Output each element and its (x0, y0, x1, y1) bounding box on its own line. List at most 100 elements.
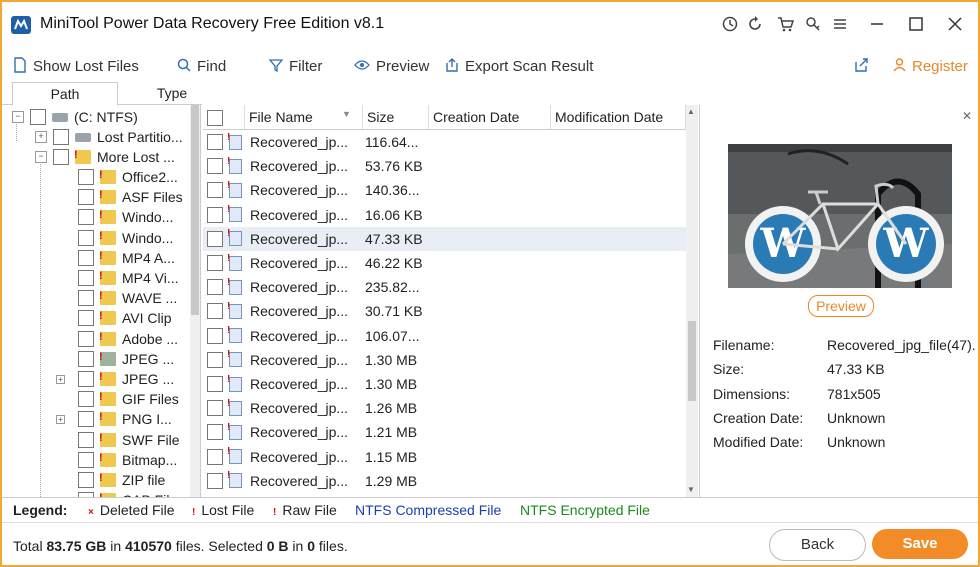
file-row[interactable]: ! Recovered_jp... 106.07... (203, 324, 686, 348)
checkbox[interactable] (78, 290, 94, 307)
file-row[interactable]: ! Recovered_jp... 30.71 KB (203, 299, 686, 323)
checkbox[interactable] (207, 327, 223, 344)
checkbox[interactable] (78, 209, 94, 226)
expand-icon[interactable]: + (56, 414, 65, 424)
checkbox[interactable] (207, 230, 223, 247)
maximize-button[interactable] (901, 10, 931, 38)
tree-node[interactable]: ! Windo... (58, 207, 173, 227)
checkbox[interactable] (78, 350, 94, 367)
tree-node[interactable]: ! MP4 Vi... (58, 268, 179, 288)
tree-node-more-lost[interactable]: − ! More Lost ... (35, 147, 175, 167)
key-icon[interactable] (801, 12, 825, 36)
checkbox[interactable] (207, 279, 223, 296)
column-size[interactable]: Size (363, 105, 429, 129)
tree-node[interactable]: ! Windo... (58, 228, 173, 248)
tree-node[interactable]: ! AVI Clip (58, 308, 172, 328)
checkbox[interactable] (207, 400, 223, 417)
checkbox[interactable] (78, 229, 94, 246)
tree-node-root[interactable]: − (C: NTFS) (12, 107, 138, 127)
column-creation-date[interactable]: Creation Date (429, 105, 551, 129)
file-row[interactable]: ! Recovered_jp... 1.26 MB (203, 396, 686, 420)
file-row[interactable]: ! Recovered_jp... 140.36... (203, 178, 686, 202)
checkbox[interactable] (53, 149, 69, 165)
preview-toolbar-button[interactable]: Preview (354, 55, 429, 77)
checkbox[interactable] (78, 431, 94, 448)
file-row[interactable]: ! Recovered_jp... 116.64... (203, 130, 686, 154)
scroll-down-icon[interactable]: ▼ (687, 485, 695, 494)
checkbox[interactable] (78, 169, 94, 185)
file-row[interactable]: ! Recovered_jp... 235.82... (203, 275, 686, 299)
file-row[interactable]: ! Recovered_jp... 1.29 MB (203, 469, 686, 493)
tree-node[interactable]: ! MP4 A... (58, 248, 175, 268)
file-row[interactable]: ! Recovered_jp... 53.76 KB (203, 154, 686, 178)
tree-node[interactable]: ! Bitmap... (58, 450, 177, 470)
checkbox[interactable] (207, 448, 223, 465)
clock-icon[interactable] (718, 12, 742, 36)
tab-type[interactable]: Type (120, 82, 224, 104)
file-row[interactable]: ! Recovered_jp... 1.30 MB (203, 372, 686, 396)
expand-icon[interactable]: + (35, 131, 47, 143)
tree-node[interactable]: !CAB File (58, 490, 177, 497)
file-row[interactable]: ! Recovered_jp... 46.22 KB (203, 251, 686, 275)
cart-icon[interactable] (773, 12, 797, 36)
expand-icon[interactable]: + (56, 374, 65, 384)
checkbox[interactable] (207, 158, 223, 175)
preview-button[interactable]: Preview (808, 295, 874, 317)
file-row[interactable]: ! Recovered_jp... 1.15 MB (203, 445, 686, 469)
tree-node-lost-partition[interactable]: + Lost Partitio... (35, 127, 183, 147)
checkbox[interactable] (78, 310, 94, 327)
select-all-header[interactable] (203, 105, 245, 129)
export-scan-result-button[interactable]: Export Scan Result (445, 55, 593, 77)
tree-node[interactable]: ! SWF File (58, 430, 180, 450)
file-row[interactable]: ! Recovered_jp... 1.21 MB (203, 420, 686, 444)
file-list-scrollbar[interactable]: ▲ ▼ (686, 105, 698, 497)
filter-button[interactable]: Filter (268, 55, 322, 77)
tab-path[interactable]: Path (12, 82, 118, 106)
checkbox[interactable] (207, 206, 223, 223)
checkbox[interactable] (207, 351, 223, 368)
file-row[interactable]: ! Recovered_jp... 47.33 KB (203, 226, 686, 251)
checkbox[interactable] (78, 371, 94, 387)
checkbox[interactable] (207, 134, 223, 150)
tree-node[interactable]: ! Office2... (58, 167, 178, 187)
select-all-checkbox[interactable] (207, 110, 223, 127)
column-modification-date[interactable]: Modification Date (551, 105, 686, 129)
minimize-button[interactable] (862, 10, 892, 38)
close-button[interactable] (940, 10, 970, 38)
checkbox[interactable] (78, 189, 94, 206)
save-button[interactable]: Save (872, 529, 968, 559)
show-lost-files-button[interactable]: Show Lost Files (13, 55, 139, 77)
register-button[interactable]: Register (893, 55, 968, 77)
checkbox[interactable] (78, 330, 94, 347)
checkbox[interactable] (78, 472, 94, 488)
collapse-icon[interactable]: − (12, 111, 24, 123)
checkbox[interactable] (78, 451, 94, 468)
scroll-up-icon[interactable]: ▲ (687, 107, 695, 116)
tree-scrollbar[interactable] (190, 105, 200, 497)
checkbox[interactable] (207, 182, 223, 199)
tree-node[interactable]: +! PNG I... (56, 409, 172, 429)
tree-node[interactable]: ! WAVE ... (58, 288, 177, 308)
scroll-thumb[interactable] (688, 321, 696, 401)
checkbox[interactable] (53, 129, 69, 145)
tree-node[interactable]: ! JPEG ... (58, 349, 174, 369)
refresh-icon[interactable] (743, 12, 767, 36)
checkbox[interactable] (207, 303, 223, 320)
checkbox[interactable] (207, 472, 223, 489)
scroll-thumb[interactable] (191, 105, 199, 315)
checkbox[interactable] (78, 391, 94, 408)
checkbox[interactable] (207, 424, 223, 441)
file-row[interactable]: ! Recovered_jp... 16.06 KB (203, 203, 686, 227)
tree-node[interactable]: +! JPEG ... (56, 369, 174, 389)
checkbox[interactable] (30, 109, 46, 125)
tree-node[interactable]: ! ZIP file (58, 470, 165, 490)
checkbox[interactable] (207, 255, 223, 271)
checkbox[interactable] (78, 411, 94, 428)
find-button[interactable]: Find (177, 55, 226, 77)
tree-node[interactable]: ! Adobe ... (58, 329, 178, 349)
menu-icon[interactable] (828, 12, 852, 36)
share-button[interactable] (854, 55, 874, 77)
tree-node[interactable]: ! ASF Files (58, 187, 183, 207)
file-row[interactable]: ! Recovered_jp... 1.30 MB (203, 348, 686, 372)
checkbox[interactable] (78, 270, 94, 286)
